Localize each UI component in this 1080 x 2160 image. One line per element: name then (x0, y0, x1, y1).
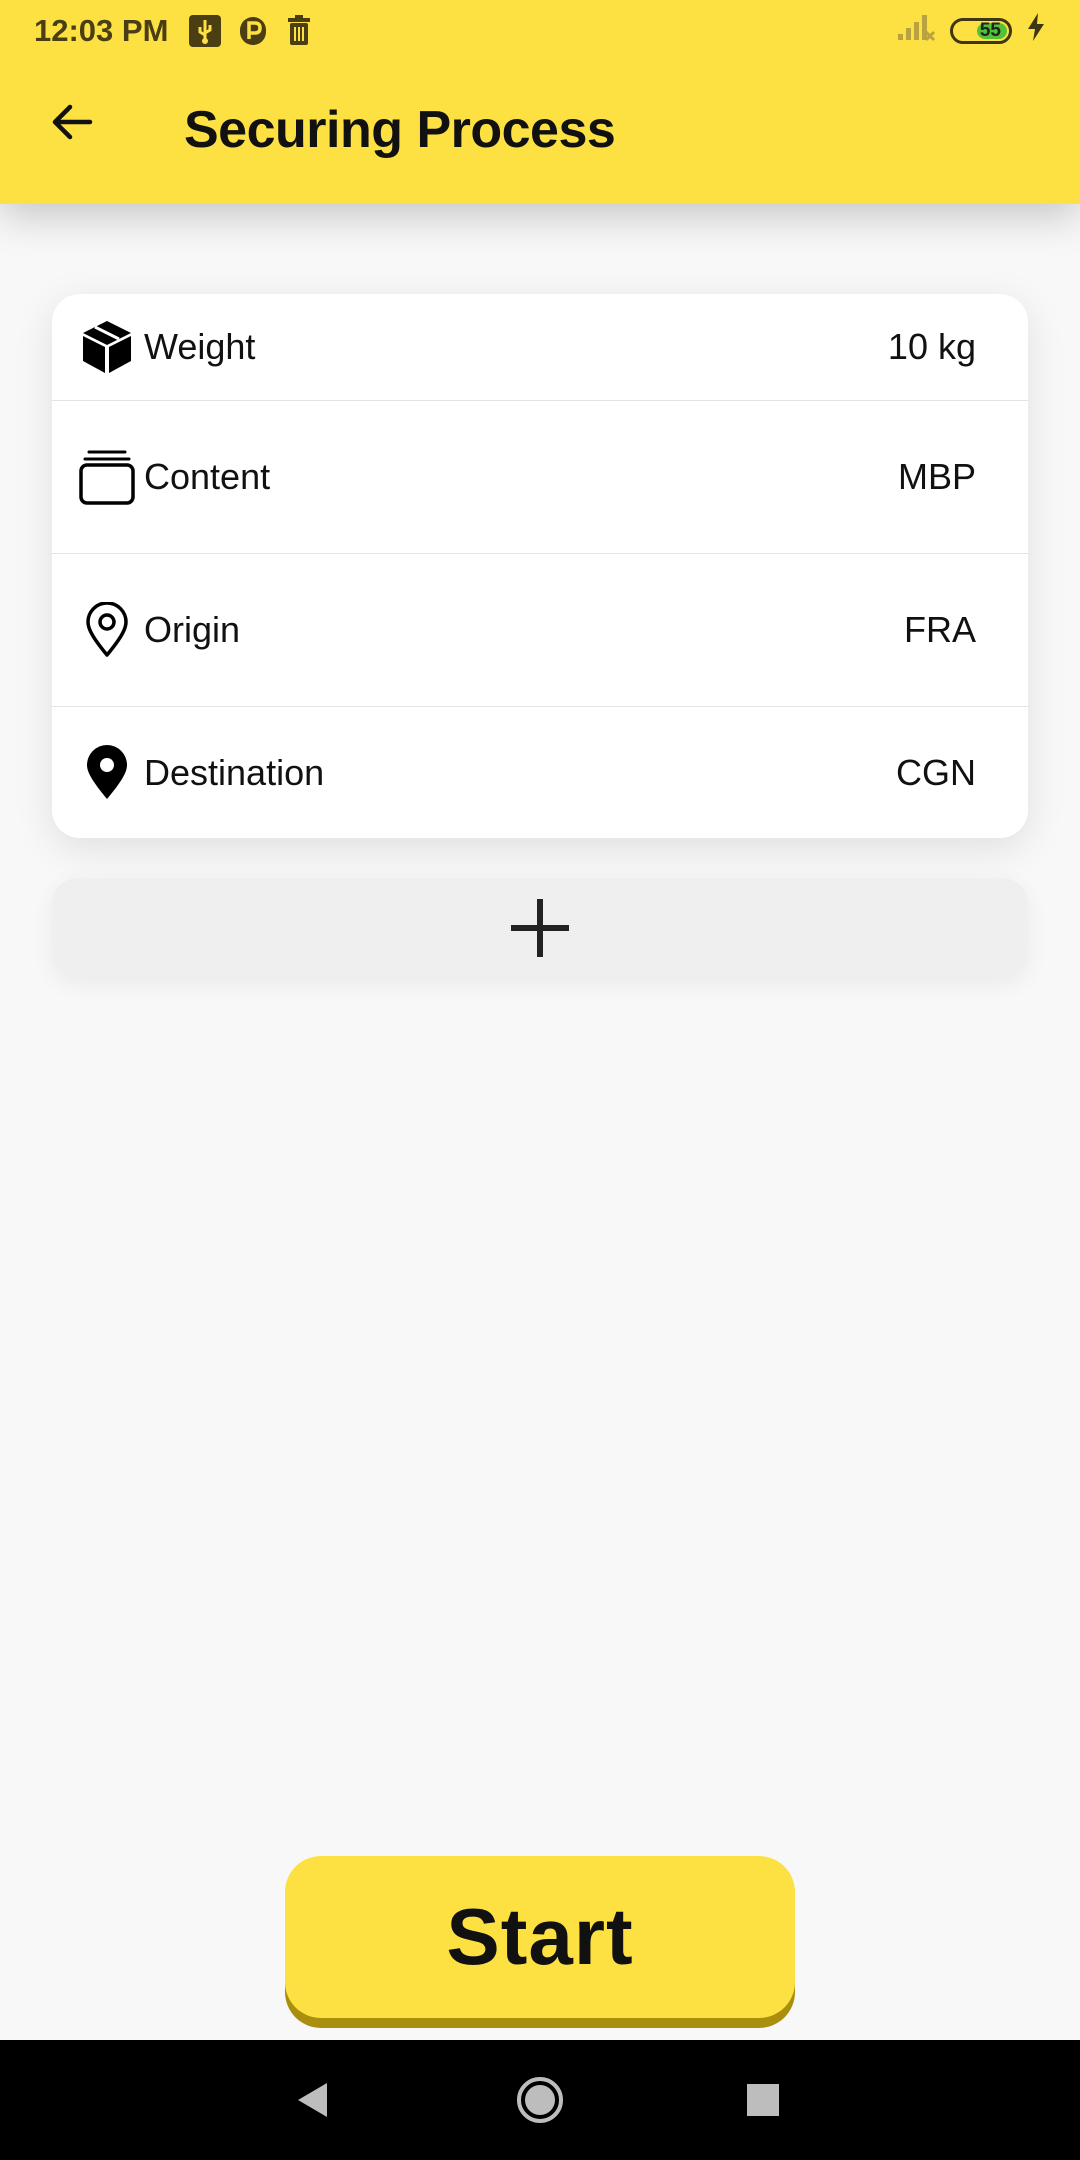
nav-home-button[interactable] (510, 2070, 570, 2130)
recents-square-icon (747, 2084, 779, 2116)
toolbar: Securing Process (0, 62, 1080, 204)
signal-icon (896, 12, 936, 50)
detail-row-weight[interactable]: Weight 10 kg (52, 294, 1028, 401)
battery-icon: 55 (950, 18, 1012, 44)
home-circle-icon (517, 2077, 563, 2123)
detail-value: 10 kg (887, 326, 976, 367)
detail-label: Content (144, 456, 271, 497)
arrow-left-icon (52, 104, 93, 140)
detail-row-content[interactable]: Content MBP (52, 401, 1028, 554)
status-bar: 12:03 PM 55 (0, 0, 1080, 62)
detail-value: FRA (904, 609, 976, 650)
location-filled-icon (78, 744, 136, 802)
nav-back-button[interactable] (282, 2070, 342, 2130)
charging-icon (1026, 12, 1046, 50)
app-bar: 12:03 PM 55 Securing Process (0, 0, 1080, 204)
detail-value: MBP (897, 456, 976, 497)
package-icon (78, 318, 136, 376)
detail-label: Weight (144, 326, 256, 367)
detail-value: CGN (896, 751, 976, 793)
status-time: 12:03 PM (34, 13, 169, 48)
detail-label: Origin (144, 609, 241, 650)
system-nav-bar (0, 2040, 1080, 2160)
plus-icon (511, 899, 569, 957)
stack-icon (78, 448, 136, 506)
trash-icon (284, 14, 314, 48)
usb-icon (188, 14, 222, 48)
back-button[interactable] (40, 90, 104, 154)
detail-label: Destination (144, 751, 325, 793)
battery-level: 55 (979, 20, 1001, 41)
page-title: Securing Process (184, 101, 616, 159)
start-button[interactable]: Start (285, 1856, 795, 2018)
parking-icon (238, 14, 268, 48)
shipment-details-card: Weight 10 kg Content MBP Origin FRA Dest… (52, 294, 1028, 838)
detail-row-destination[interactable]: Destination CGN (52, 707, 1028, 838)
back-triangle-icon (298, 2083, 327, 2117)
nav-recents-button[interactable] (733, 2070, 793, 2130)
add-detail-button[interactable] (52, 878, 1028, 978)
location-outline-icon (78, 601, 136, 659)
detail-row-origin[interactable]: Origin FRA (52, 554, 1028, 707)
